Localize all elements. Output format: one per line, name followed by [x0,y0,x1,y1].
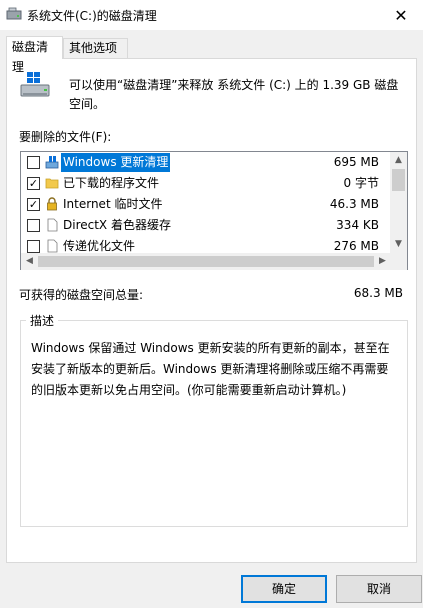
file-row-windows-update[interactable]: Windows 更新清理 695 MB [21,152,391,173]
horizontal-scroll-thumb[interactable] [38,256,374,267]
description-group: 描述 Windows 保留通过 Windows 更新安装的所有更新的副本，甚至在… [20,312,408,527]
file-row-directx-cache[interactable]: DirectX 着色器缓存 334 KB [21,215,391,236]
file-checkbox-delivery-optimization[interactable] [27,240,40,253]
file-checkbox-internet-temp[interactable]: ✓ [27,198,40,211]
total-space-value: 68.3 MB [353,286,403,300]
files-list-rows: Windows 更新清理 695 MB ✓ 已下载的程序文件 0 字节 ✓ In… [21,152,391,253]
space-summary: 可以使用“磁盘清理”来释放 系统文件 (C:) 上的 1.39 GB 磁盘空间。 [69,78,399,111]
title-bar: 系统文件(C:)的磁盘清理 ✕ [0,0,423,30]
scrollbar-corner [390,253,407,270]
file-name: DirectX 着色器缓存 [63,218,171,232]
disk-cleanup-icon [6,7,22,20]
file-size: 46.3 MB [329,197,379,211]
file-size: 334 KB [336,218,379,232]
tab-panel: 可以使用“磁盘清理”来释放 系统文件 (C:) 上的 1.39 GB 磁盘空间。… [6,58,417,563]
file-checkbox-windows-update[interactable] [27,156,40,169]
file-checkbox-downloaded-programs[interactable]: ✓ [27,177,40,190]
vertical-scroll-thumb[interactable] [392,169,405,191]
window-title: 系统文件(C:)的磁盘清理 [27,9,157,23]
description-title: 描述 [26,312,59,329]
scroll-left-icon[interactable]: ◀ [21,253,38,270]
folder-icon [45,178,59,189]
total-space-label: 可获得的磁盘空间总量: [19,288,144,302]
file-icon [47,218,58,232]
files-list[interactable]: Windows 更新清理 695 MB ✓ 已下载的程序文件 0 字节 ✓ In… [20,151,408,270]
scroll-up-icon[interactable]: ▲ [390,152,407,169]
file-icon [47,239,58,253]
scroll-right-icon[interactable]: ▶ [374,253,391,270]
file-name: 已下载的程序文件 [63,176,160,190]
lock-icon [47,197,57,211]
file-size: 695 MB [333,155,379,169]
file-row-downloaded-programs[interactable]: ✓ 已下载的程序文件 0 字节 [21,173,391,194]
file-checkbox-directx-cache[interactable] [27,219,40,232]
tab-disk-cleanup[interactable]: 磁盘清理 [6,36,63,74]
file-name: Internet 临时文件 [63,197,163,211]
file-size: 276 MB [333,239,379,253]
file-row-delivery-optimization[interactable]: 传递优化文件 276 MB [21,236,391,253]
horizontal-scrollbar[interactable]: ◀ ▶ [21,253,391,270]
files-to-delete-label: 要删除的文件(F): [19,130,112,144]
vertical-scrollbar[interactable]: ▲ ▼ [390,152,407,253]
file-name: 传递优化文件 [63,239,136,253]
close-icon: ✕ [394,5,408,25]
description-text: Windows 保留通过 Windows 更新安装的所有更新的副本，甚至在安装了… [31,341,390,397]
file-name: Windows 更新清理 [61,153,171,172]
windows-update-icon [45,156,59,169]
tab-more-options[interactable]: 其他选项 [63,38,128,58]
file-row-internet-temp[interactable]: ✓ Internet 临时文件 46.3 MB [21,194,391,215]
scroll-down-icon[interactable]: ▼ [390,236,407,253]
cancel-button[interactable]: 取消 [336,575,422,603]
ok-button[interactable]: 确定 [241,575,327,603]
close-button[interactable]: ✕ [379,0,423,30]
file-size: 0 字节 [343,176,379,190]
